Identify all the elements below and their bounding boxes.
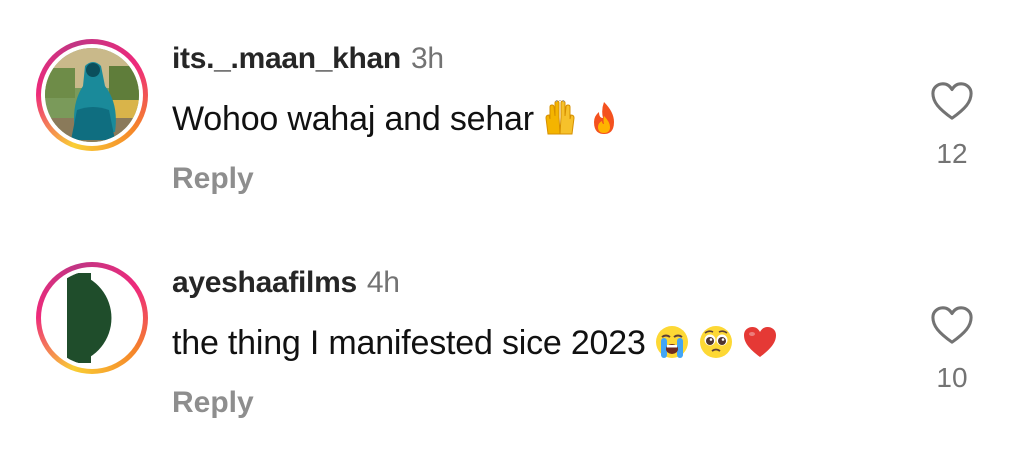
avatar-story-ring[interactable] [36,39,148,151]
avatar[interactable] [45,48,139,142]
heart-icon [931,306,973,344]
timestamp: 4h [366,266,400,299]
raising-hands-emoji [542,100,578,136]
comment-text-row: Wohoo wahaj and sehar [172,100,622,139]
like-button[interactable] [928,304,976,346]
like-count: 10 [936,362,968,393]
comment-header: ayeshaafilms 4h [172,266,400,300]
reply-button[interactable]: Reply [172,162,254,196]
avatar-ring-gap [41,44,143,146]
like-count: 12 [936,138,968,169]
comment-item: its._.maan_khan 3h Wohoo wahaj and sehar … [0,0,1024,200]
username[interactable]: ayeshaafilms [172,266,357,299]
avatar[interactable] [45,271,139,365]
fire-emoji [586,100,622,136]
pleading-face-emoji [698,324,734,360]
comment-text: the thing I manifested sice 2023 [172,324,646,362]
reply-button[interactable]: Reply [172,386,254,420]
avatar-ring-gap [41,267,143,369]
comment-text-row: the thing I manifested sice 2023 [172,324,778,363]
avatar-story-ring[interactable] [36,262,148,374]
red-heart-emoji [742,324,778,360]
comment-item: ayeshaafilms 4h the thing I manifested si… [0,224,1024,424]
like-button[interactable] [928,80,976,122]
comment-text: Wohoo wahaj and sehar [172,100,534,138]
loudly-crying-face-emoji [654,324,690,360]
heart-icon [931,82,973,120]
username[interactable]: its._.maan_khan [172,42,401,75]
timestamp: 3h [410,42,444,75]
comment-header: its._.maan_khan 3h [172,42,444,76]
